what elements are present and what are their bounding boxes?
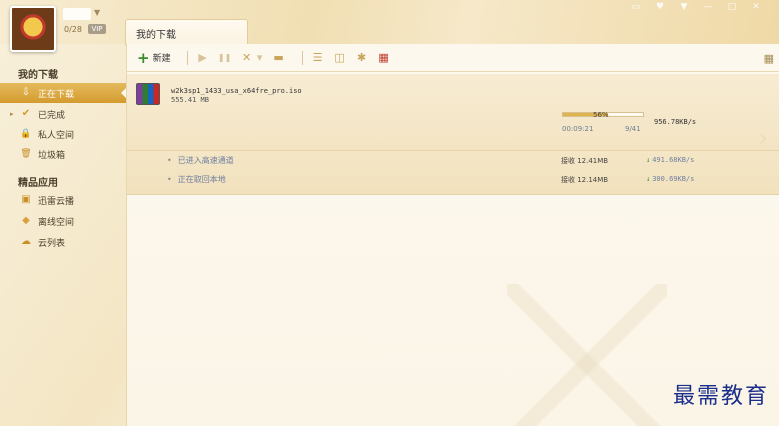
channel-speed-value: 491.68KB/s bbox=[652, 156, 695, 164]
lock-icon: 🔒 bbox=[20, 129, 32, 139]
delete-icon[interactable]: ✕ bbox=[240, 51, 254, 65]
chevron-right-icon[interactable]: › bbox=[758, 124, 768, 152]
details-icon[interactable]: ◫ bbox=[333, 51, 347, 65]
task-pieces: 9/41 bbox=[625, 125, 641, 133]
task-speed: 956.78KB/s bbox=[654, 118, 697, 126]
sidebar-item-offline-space[interactable]: ◆ 离线空间 bbox=[0, 211, 126, 231]
sidebar-item-label: 私人空间 bbox=[38, 130, 75, 141]
skin-icon[interactable]: ▭ bbox=[629, 2, 643, 12]
channel-label: 已进入高速通道 bbox=[177, 156, 234, 165]
channel-received: 接收 12.41MB bbox=[561, 157, 609, 165]
close-icon[interactable]: ✕ bbox=[749, 2, 763, 12]
sidebar-item-cloud-list[interactable]: ☁ 云列表 bbox=[0, 232, 126, 252]
offline-space-icon: ◆ bbox=[22, 215, 30, 226]
check-icon: ✔ bbox=[21, 108, 31, 119]
download-icon: ⇩ bbox=[21, 87, 31, 98]
toolbar-divider bbox=[301, 50, 303, 65]
arrow-down-icon: ↓ bbox=[646, 156, 651, 164]
task-elapsed-time: 00:09:21 bbox=[562, 125, 594, 133]
pause-icon[interactable]: ❚❚ bbox=[218, 51, 232, 65]
sidebar: 我的下载 ⇩ 正在下载 ▸ ✔ 已完成 🔒 私人空间 🗑 垃圾箱 精品应用 ▣ … bbox=[0, 58, 127, 426]
menu-icon[interactable]: ▼ bbox=[677, 2, 691, 12]
sort-icon[interactable]: ☰ bbox=[311, 51, 325, 65]
minimize-icon[interactable]: — bbox=[701, 2, 715, 12]
sidebar-item-completed[interactable]: ▸ ✔ 已完成 bbox=[0, 104, 126, 124]
toolbar: + 新建 ▶ ❚❚ ✕ ▾ ▬ ☰ ◫ ✱ ▦ ▦ bbox=[127, 44, 779, 72]
task-file-name: w2k3sp1_1433_usa_x64fre_pro.iso bbox=[171, 87, 302, 95]
archive-file-icon bbox=[136, 83, 160, 105]
sidebar-item-cloud-play[interactable]: ▣ 迅雷云播 bbox=[0, 190, 126, 210]
background-decoration bbox=[507, 284, 667, 426]
sidebar-heading-downloads: 我的下载 bbox=[18, 70, 58, 81]
channel-label: 正在取回本地 bbox=[177, 175, 226, 184]
sidebar-item-label: 已完成 bbox=[38, 110, 66, 121]
sidebar-item-label: 云列表 bbox=[38, 238, 66, 249]
channel-high-speed: • 已进入高速通道 bbox=[167, 155, 234, 166]
sidebar-item-downloading[interactable]: ⇩ 正在下载 bbox=[0, 83, 127, 103]
cloud-play-icon: ▣ bbox=[21, 194, 31, 205]
new-task-button[interactable]: + 新建 bbox=[137, 48, 171, 67]
channel-speed-value: 300.69KB/s bbox=[652, 175, 695, 183]
sidebar-item-private-space[interactable]: 🔒 私人空间 bbox=[0, 124, 126, 144]
user-menu-caret-icon[interactable]: ▼ bbox=[94, 8, 100, 17]
main-panel: + 新建 ▶ ❚❚ ✕ ▾ ▬ ☰ ◫ ✱ ▦ ▦ w2k3sp1_1433_u… bbox=[126, 44, 779, 426]
task-progress-percent: 56% bbox=[593, 111, 609, 119]
cloud-list-icon: ☁ bbox=[21, 236, 31, 247]
grid-view-icon[interactable]: ▦ bbox=[764, 52, 774, 65]
watermark-text: 最需教育 bbox=[672, 384, 769, 409]
app-window: ▼ 0/28 VIP 我的下载 ▭ ♥ ▼ — □ ✕ 我的下载 ⇩ 正在下载 … bbox=[0, 0, 779, 426]
task-row[interactable]: w2k3sp1_1433_usa_x64fre_pro.iso 555.41 M… bbox=[127, 74, 779, 152]
task-file-size: 555.41 MB bbox=[171, 96, 209, 104]
channel-local-fetch: • 正在取回本地 bbox=[167, 174, 226, 185]
task-channels: • 已进入高速通道 接收 12.41MB ↓ 491.68KB/s • 正在取回本地 … bbox=[127, 151, 779, 195]
sidebar-heading-apps: 精品应用 bbox=[18, 178, 58, 189]
new-task-label: 新建 bbox=[152, 54, 171, 64]
channel-speed: ↓ 300.69KB/s bbox=[646, 175, 694, 183]
play-icon[interactable]: ▶ bbox=[196, 51, 210, 65]
plus-icon: + bbox=[137, 48, 150, 67]
settings-icon[interactable]: ✱ bbox=[355, 51, 369, 65]
sidebar-item-label: 离线空间 bbox=[38, 217, 75, 228]
toolbar-divider bbox=[186, 50, 188, 65]
arrow-down-icon: ↓ bbox=[646, 175, 651, 183]
channel-speed: ↓ 491.68KB/s bbox=[646, 156, 694, 164]
vip-badge[interactable]: VIP bbox=[88, 24, 106, 34]
trash-icon: 🗑 bbox=[20, 149, 32, 159]
window-controls: ▭ ♥ ▼ — □ ✕ bbox=[629, 2, 763, 12]
favorite-icon[interactable]: ♥ bbox=[653, 2, 667, 12]
expand-arrow-icon[interactable]: ▸ bbox=[10, 110, 14, 118]
bullet-icon: • bbox=[167, 156, 172, 165]
shop-icon[interactable]: ▦ bbox=[377, 51, 391, 65]
user-level: 0/28 bbox=[64, 25, 82, 34]
channel-received: 接收 12.14MB bbox=[561, 176, 609, 184]
delete-dropdown-icon[interactable]: ▾ bbox=[256, 51, 264, 65]
sidebar-item-label: 垃圾箱 bbox=[38, 150, 66, 161]
bullet-icon: • bbox=[167, 175, 172, 184]
sidebar-item-trash[interactable]: 🗑 垃圾箱 bbox=[0, 144, 126, 164]
sidebar-item-label: 正在下载 bbox=[38, 89, 75, 100]
tab-my-downloads[interactable]: 我的下载 bbox=[125, 19, 248, 45]
user-name-field[interactable] bbox=[63, 8, 91, 20]
maximize-icon[interactable]: □ bbox=[725, 2, 739, 12]
avatar[interactable] bbox=[10, 6, 56, 52]
sidebar-item-label: 迅雷云播 bbox=[38, 196, 75, 207]
folder-icon[interactable]: ▬ bbox=[272, 51, 286, 65]
